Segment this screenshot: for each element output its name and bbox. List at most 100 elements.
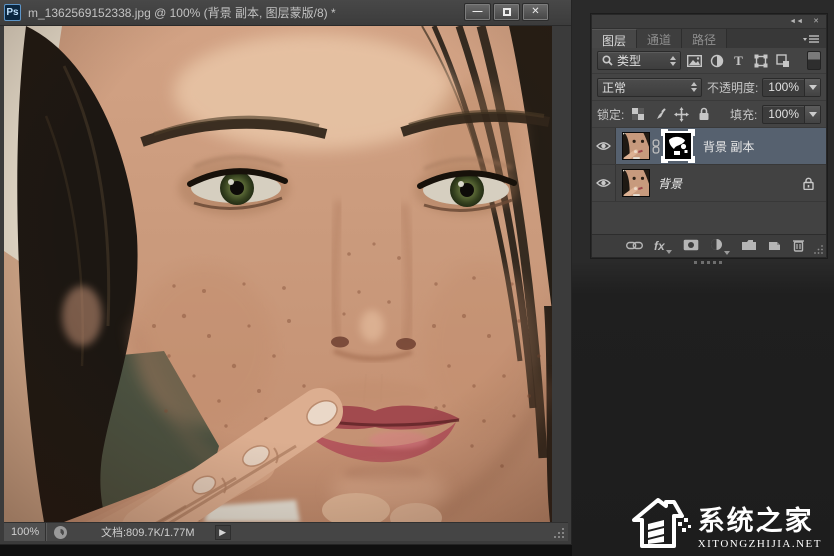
- photoshop-app: Ps m_1362569152338.jpg @ 100% (背景 副本, 图层…: [0, 0, 834, 556]
- layer-row-background-copy[interactable]: 背景 副本: [592, 128, 826, 165]
- folder-icon: [741, 239, 756, 250]
- chain-link-icon: [652, 138, 659, 154]
- filter-shape-layers-button[interactable]: [752, 52, 769, 69]
- chevron-down-icon: [665, 250, 672, 254]
- window-resize-grip[interactable]: [553, 527, 565, 539]
- layer-name[interactable]: 背景: [658, 175, 682, 192]
- layer-mask-image: [665, 133, 691, 159]
- panel-menu-icon: [803, 34, 819, 43]
- blend-mode-value: 正常: [602, 80, 627, 95]
- tab-channels[interactable]: 通道: [637, 29, 683, 48]
- filter-type-layers-button[interactable]: T: [730, 52, 747, 69]
- minimize-button[interactable]: —: [464, 3, 491, 21]
- chevron-down-icon: [723, 251, 730, 255]
- maximize-icon: [502, 8, 511, 16]
- fill-value: 100%: [768, 107, 799, 121]
- smart-object-filter-icon: [775, 53, 789, 67]
- blend-mode-select[interactable]: 正常: [597, 77, 702, 97]
- layer-row-background[interactable]: 背景: [592, 165, 826, 202]
- brush-icon: [656, 108, 666, 119]
- layer-thumbnail-image: [623, 170, 649, 196]
- close-button[interactable]: ✕: [522, 3, 549, 21]
- filter-smart-objects-button[interactable]: [774, 52, 791, 69]
- tab-paths[interactable]: 路径: [682, 29, 728, 48]
- collapse-panel-icon[interactable]: ◄◄: [789, 18, 803, 25]
- filter-toggle-switch[interactable]: [807, 51, 821, 70]
- add-layer-mask-button[interactable]: [683, 239, 699, 254]
- lock-transparency-button[interactable]: [629, 106, 646, 123]
- mask-link[interactable]: [650, 138, 661, 154]
- opacity-dropdown-button[interactable]: [804, 78, 820, 96]
- opacity-value: 100%: [768, 80, 799, 94]
- status-clock-icon: [54, 525, 67, 539]
- chevron-down-icon: [808, 84, 817, 90]
- search-icon: [602, 55, 613, 66]
- lock-all-button[interactable]: [695, 106, 712, 123]
- filter-adjustment-layers-button[interactable]: [708, 52, 725, 69]
- window-controls: — ✕: [464, 3, 549, 21]
- layer-mask-selected-frame: [661, 129, 695, 163]
- layers-panel: ◄◄ ✕ 图层 通道 路径 类型 T 正常 不透明度: 100% 锁定: 填充:…: [591, 14, 827, 258]
- watermark-title: 系统之家: [697, 506, 814, 536]
- layer-mask-thumbnail[interactable]: [663, 131, 693, 161]
- tab-layers[interactable]: 图层: [592, 29, 638, 48]
- filter-type-label: 类型: [617, 54, 642, 68]
- add-mask-icon: [683, 239, 698, 250]
- delete-layer-button[interactable]: [792, 238, 805, 255]
- zoom-level-field[interactable]: 100%: [4, 523, 46, 541]
- trash-icon: [792, 239, 804, 252]
- panel-menu-button[interactable]: [802, 29, 826, 48]
- panel-tabs: 图层 通道 路径: [592, 29, 826, 48]
- maximize-button[interactable]: [493, 3, 520, 21]
- fill-label: 填充:: [729, 107, 758, 122]
- fill-dropdown-button[interactable]: [804, 105, 820, 123]
- layer-locked-badge: [803, 177, 814, 190]
- text-filter-icon: T: [734, 54, 743, 67]
- new-adjustment-layer-button[interactable]: [710, 238, 730, 255]
- layer-filter-row: 类型 T: [592, 48, 826, 74]
- new-layer-button[interactable]: [768, 238, 781, 254]
- filter-pixel-layers-button[interactable]: [686, 52, 703, 69]
- image-filter-icon: [687, 54, 702, 67]
- eye-icon: [596, 142, 611, 150]
- filter-type-select[interactable]: 类型: [597, 51, 681, 70]
- new-layer-icon: [768, 242, 780, 250]
- new-group-button[interactable]: [741, 239, 757, 254]
- close-panel-icon[interactable]: ✕: [813, 18, 819, 25]
- link-layers-button[interactable]: [625, 239, 644, 253]
- blend-mode-row: 正常 不透明度: 100%: [592, 74, 826, 101]
- status-options-button[interactable]: ▶: [214, 524, 231, 540]
- panel-footer: fx: [592, 234, 826, 257]
- document-title: m_1362569152338.jpg @ 100% (背景 副本, 图层蒙版/…: [28, 6, 336, 20]
- link-icon: [625, 241, 644, 250]
- layer-name[interactable]: 背景 副本: [703, 138, 754, 155]
- move-icon: [674, 106, 690, 122]
- status-bar: 100% 文档:809.7K/1.77M ▶: [4, 522, 568, 541]
- layer-thumbnail[interactable]: [622, 169, 650, 197]
- panel-drag-handle[interactable]: [694, 261, 722, 264]
- panel-header-bar: ◄◄ ✕: [592, 15, 826, 29]
- svg-text:T: T: [734, 54, 743, 67]
- panel-resize-grip[interactable]: [813, 244, 824, 255]
- lock-position-button[interactable]: [673, 106, 690, 123]
- site-watermark: 系统之家 XITONGZHIJIA.NET: [630, 494, 822, 550]
- layer-style-button[interactable]: fx: [654, 239, 672, 254]
- portrait-photo: [4, 26, 552, 522]
- lock-row: 锁定: 填充: 100%: [592, 101, 826, 128]
- chevron-down-icon: [808, 111, 817, 117]
- eye-icon: [596, 179, 611, 187]
- watermark-domain: XITONGZHIJIA.NET: [697, 538, 822, 550]
- select-arrows-icon: [670, 55, 676, 66]
- adjustment-filter-icon: [710, 54, 723, 67]
- fill-field[interactable]: 100%: [762, 104, 821, 124]
- photoshop-file-icon: Ps: [4, 4, 21, 21]
- visibility-toggle[interactable]: [592, 165, 616, 201]
- document-titlebar[interactable]: Ps m_1362569152338.jpg @ 100% (背景 副本, 图层…: [0, 0, 571, 26]
- watermark-house-logo: [631, 498, 691, 548]
- lock-pixels-button[interactable]: [651, 106, 668, 123]
- visibility-toggle[interactable]: [592, 128, 616, 164]
- opacity-field[interactable]: 100%: [762, 77, 821, 97]
- document-window: Ps m_1362569152338.jpg @ 100% (背景 副本, 图层…: [0, 0, 572, 545]
- layer-thumbnail[interactable]: [622, 132, 650, 160]
- document-canvas[interactable]: [4, 26, 552, 522]
